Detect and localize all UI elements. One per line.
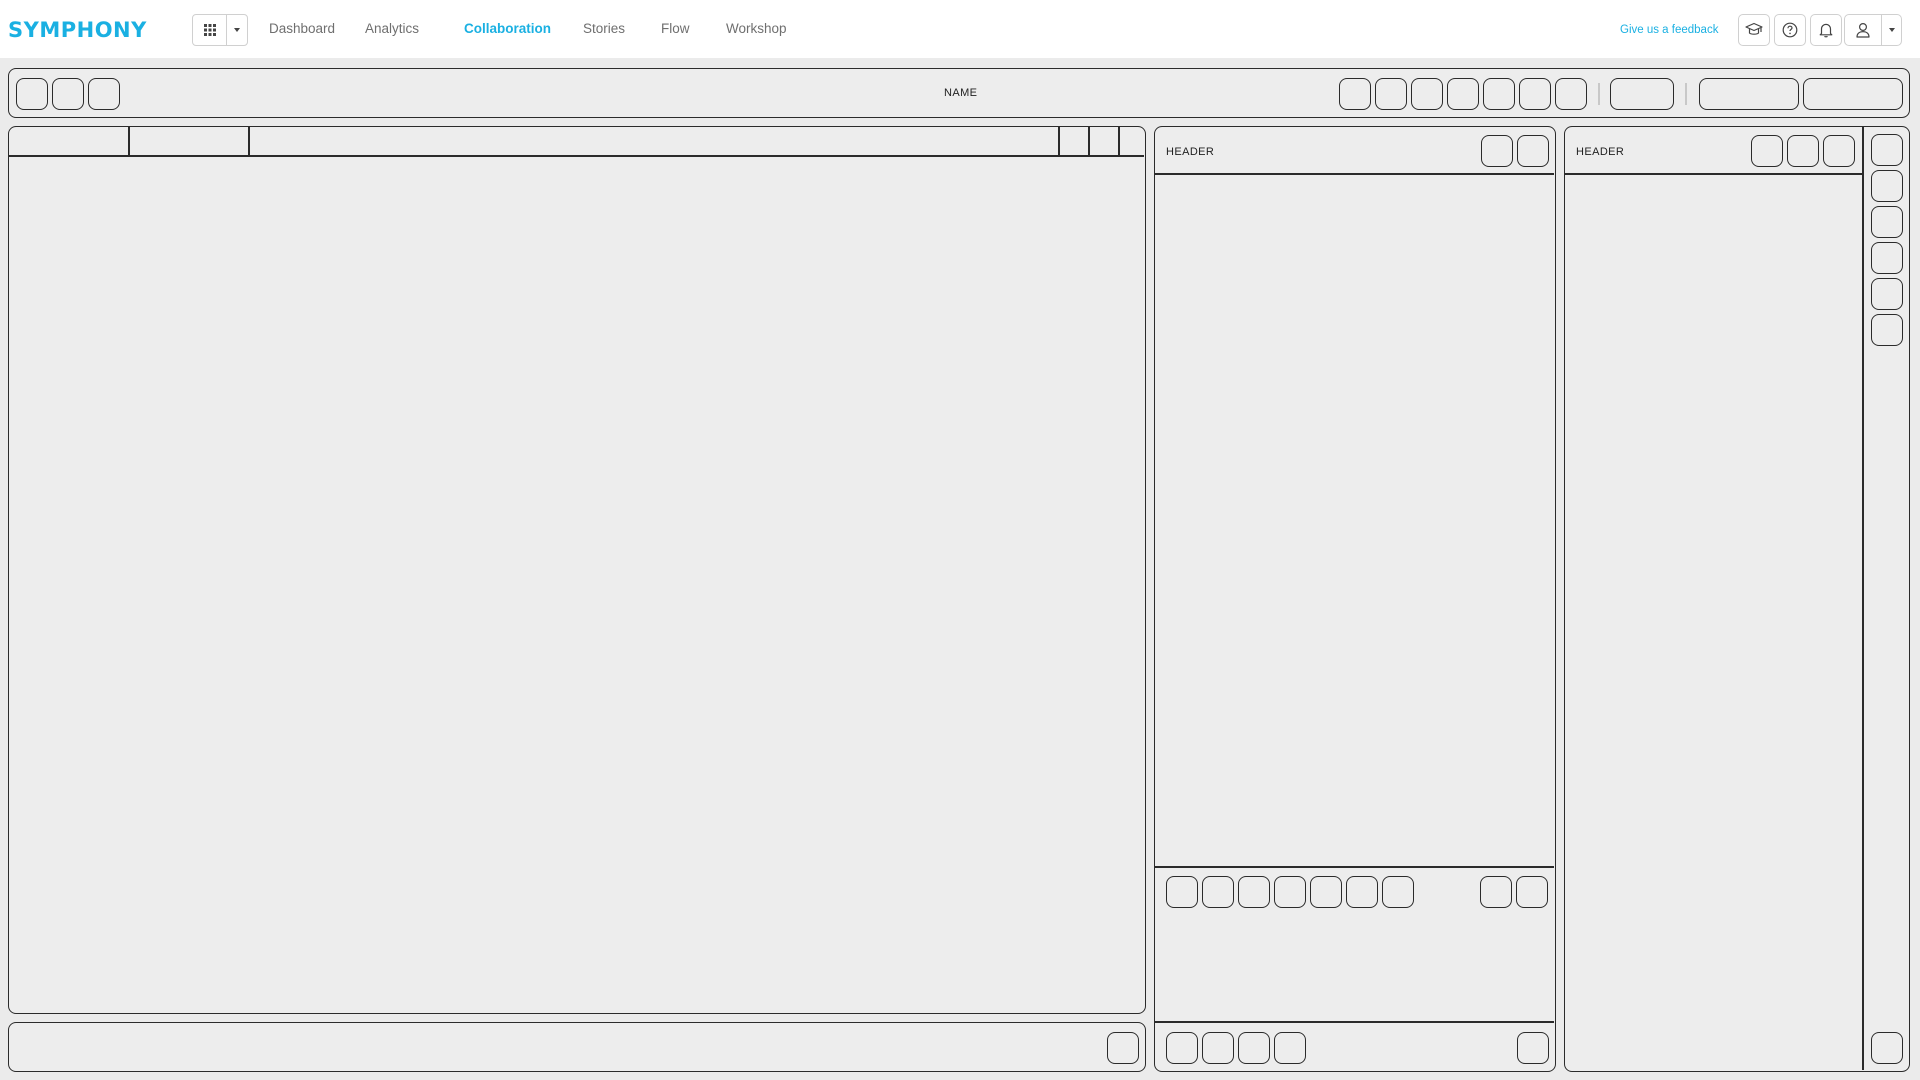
feedback-link[interactable]: Give us a feedback <box>1620 20 1718 40</box>
header-button[interactable] <box>1823 135 1855 167</box>
nav-analytics[interactable]: Analytics <box>365 18 419 40</box>
toolbar-button[interactable] <box>1339 78 1371 110</box>
action-button[interactable] <box>1310 876 1342 908</box>
section-divider <box>1155 866 1554 868</box>
document-name: NAME <box>944 87 978 99</box>
chevron-down-icon <box>1888 28 1895 32</box>
tab-control[interactable] <box>1090 127 1118 155</box>
middle-panel-header: HEADER <box>1166 146 1215 158</box>
action-button[interactable] <box>1480 876 1512 908</box>
tab-control[interactable] <box>1060 127 1088 155</box>
learning-button[interactable] <box>1738 14 1770 46</box>
toolbar-button[interactable] <box>1555 78 1587 110</box>
tab-item[interactable] <box>130 127 248 155</box>
toolbar-button[interactable] <box>1411 78 1443 110</box>
help-icon <box>1782 22 1798 38</box>
toolbar-button[interactable] <box>1519 78 1551 110</box>
side-rail-button[interactable] <box>1871 1032 1903 1064</box>
toolbar-button[interactable] <box>1483 78 1515 110</box>
toolbar-button[interactable] <box>1447 78 1479 110</box>
main-canvas-area[interactable] <box>9 157 1144 1012</box>
nav-workshop[interactable]: Workshop <box>726 18 787 40</box>
right-panel-content[interactable] <box>1565 175 1862 1070</box>
right-panel: HEADER <box>1564 126 1910 1072</box>
toolbar-button[interactable] <box>52 78 84 110</box>
toolbar-button[interactable] <box>16 78 48 110</box>
middle-panel: HEADER <box>1154 126 1556 1072</box>
toolbar-button[interactable] <box>1375 78 1407 110</box>
toolbar-button[interactable] <box>88 78 120 110</box>
footer-button[interactable] <box>1238 1032 1270 1064</box>
toolbar-divider <box>1685 83 1687 105</box>
footer-button[interactable] <box>1274 1032 1306 1064</box>
side-rail-button[interactable] <box>1871 242 1903 274</box>
nav-collaboration[interactable]: Collaboration <box>464 18 551 40</box>
rail-divider <box>1862 127 1864 1070</box>
user-menu[interactable] <box>1844 14 1902 46</box>
toolbar-panel: NAME <box>8 68 1910 118</box>
toolbar-wide-button[interactable] <box>1699 78 1799 110</box>
action-button[interactable] <box>1274 876 1306 908</box>
right-panel-header: HEADER <box>1576 146 1625 158</box>
chevron-down-icon <box>234 28 240 32</box>
bottom-bar-button[interactable] <box>1107 1032 1139 1064</box>
app-switcher[interactable] <box>192 14 248 46</box>
footer-divider <box>1155 1021 1554 1023</box>
toolbar-wide-button[interactable] <box>1803 78 1903 110</box>
user-profile-button[interactable] <box>1845 15 1882 45</box>
top-navigation-bar: SYMPHONY Dashboard Analytics Collaborati… <box>0 0 1920 58</box>
action-button[interactable] <box>1382 876 1414 908</box>
main-canvas-panel <box>8 126 1146 1014</box>
side-rail-button[interactable] <box>1871 314 1903 346</box>
tab-control[interactable] <box>1120 127 1144 155</box>
action-button[interactable] <box>1202 876 1234 908</box>
app-switcher-dropdown[interactable] <box>227 15 247 45</box>
bell-icon <box>1819 23 1833 38</box>
grid-icon <box>203 24 216 36</box>
action-button[interactable] <box>1516 876 1548 908</box>
footer-button[interactable] <box>1166 1032 1198 1064</box>
logo[interactable]: SYMPHONY <box>8 16 147 44</box>
side-rail-button[interactable] <box>1871 170 1903 202</box>
user-icon <box>1856 22 1870 38</box>
middle-panel-content[interactable] <box>1155 175 1554 865</box>
side-rail-button[interactable] <box>1871 278 1903 310</box>
nav-stories[interactable]: Stories <box>583 18 625 40</box>
header-button[interactable] <box>1481 135 1513 167</box>
toolbar-divider <box>1598 83 1600 105</box>
action-button[interactable] <box>1166 876 1198 908</box>
side-rail-button[interactable] <box>1871 134 1903 166</box>
middle-panel-subcontent[interactable] <box>1155 915 1554 1021</box>
side-rail-button[interactable] <box>1871 206 1903 238</box>
action-button[interactable] <box>1238 876 1270 908</box>
header-button[interactable] <box>1751 135 1783 167</box>
nav-dashboard[interactable]: Dashboard <box>269 18 335 40</box>
notifications-button[interactable] <box>1810 14 1842 46</box>
header-button[interactable] <box>1517 135 1549 167</box>
user-menu-dropdown[interactable] <box>1882 15 1901 45</box>
tab-item[interactable] <box>250 127 1058 155</box>
footer-button[interactable] <box>1517 1032 1549 1064</box>
bottom-bar-panel <box>8 1022 1146 1072</box>
nav-flow[interactable]: Flow <box>661 18 690 40</box>
footer-button[interactable] <box>1202 1032 1234 1064</box>
toolbar-wide-button[interactable] <box>1610 78 1674 110</box>
help-button[interactable] <box>1774 14 1806 46</box>
action-button[interactable] <box>1346 876 1378 908</box>
header-button[interactable] <box>1787 135 1819 167</box>
app-switcher-button[interactable] <box>193 15 227 45</box>
tab-item[interactable] <box>9 127 128 155</box>
graduation-cap-icon <box>1745 22 1763 35</box>
